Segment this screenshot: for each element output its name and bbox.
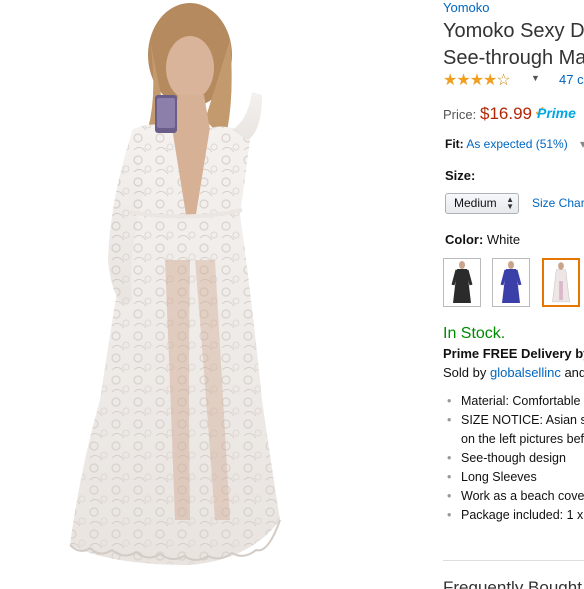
star-empty-icon: ☆ — [496, 72, 510, 89]
color-row: Color: White — [445, 232, 520, 247]
size-selected: Medium — [454, 196, 497, 210]
feature-bullet-continued: on the left pictures bef — [461, 432, 584, 446]
delivery-info: Prime FREE Delivery by — [443, 346, 584, 361]
swatch-blue[interactable] — [492, 258, 530, 307]
size-select[interactable]: Medium ▲ ▼ — [445, 193, 519, 214]
reviews-link[interactable]: 47 c — [559, 72, 584, 87]
fit-row: Fit: As expected (51%) — [445, 137, 568, 151]
star-icon: ★ — [469, 72, 484, 89]
swatch-black[interactable] — [443, 258, 481, 307]
section-divider — [443, 560, 584, 561]
product-image[interactable] — [0, 0, 430, 575]
sold-by-suffix: and — [564, 365, 584, 380]
dress-thumb-icon — [552, 262, 570, 303]
product-title: Yomoko Sexy D — [443, 20, 584, 42]
price-value: $16.99 — [480, 104, 532, 123]
seller-link[interactable]: globalsellinc — [490, 365, 561, 380]
feature-bullet: Long Sleeves — [443, 468, 584, 487]
select-arrows-icon: ▲ ▼ — [506, 195, 514, 211]
feature-bullet: Package included: 1 x — [443, 506, 584, 525]
color-value: White — [486, 232, 521, 247]
feature-bullet: See-though design — [443, 449, 584, 468]
product-details: Yomoko Yomoko Sexy D See-through Ma ★★★★… — [443, 0, 584, 589]
star-icon: ★ — [443, 72, 457, 89]
frequently-bought-heading: Frequently Bought T — [443, 578, 584, 589]
brand-link[interactable]: Yomoko — [443, 0, 490, 15]
feature-bullets: Material: Comfortable SIZE NOTICE: Asian… — [443, 392, 584, 525]
feature-bullet: Work as a beach cove — [443, 487, 584, 506]
price-label: Price: — [443, 107, 477, 122]
dress-thumb-icon — [451, 261, 473, 303]
swatch-white[interactable] — [542, 258, 580, 307]
color-label: Color: — [445, 232, 484, 247]
fit-label: Fit: — [445, 137, 464, 151]
size-label: Size: — [445, 168, 476, 183]
dress-thumb-icon — [500, 261, 522, 303]
stock-status: In Stock. — [443, 325, 506, 342]
sold-by-prefix: Sold by — [443, 365, 487, 380]
star-icon: ★ — [483, 72, 497, 89]
fit-link[interactable]: As expected (51%) — [466, 137, 567, 151]
dress-photo-svg — [69, 3, 281, 565]
size-chart-link[interactable]: Size Chart — [532, 196, 584, 210]
prime-badge: Prime — [537, 105, 576, 121]
chevron-down-icon[interactable]: ▼ — [531, 73, 540, 83]
star-icon: ★ — [456, 72, 470, 89]
feature-bullet: Material: Comfortable — [443, 392, 584, 411]
feature-bullet: SIZE NOTICE: Asian s — [443, 411, 584, 430]
product-title-line2: See-through Ma — [443, 47, 584, 69]
sold-by: Sold by globalsellinc and — [443, 365, 584, 380]
chevron-down-icon[interactable]: ▾ — [580, 137, 584, 151]
rating-stars[interactable]: ★★★★☆ — [443, 70, 511, 90]
